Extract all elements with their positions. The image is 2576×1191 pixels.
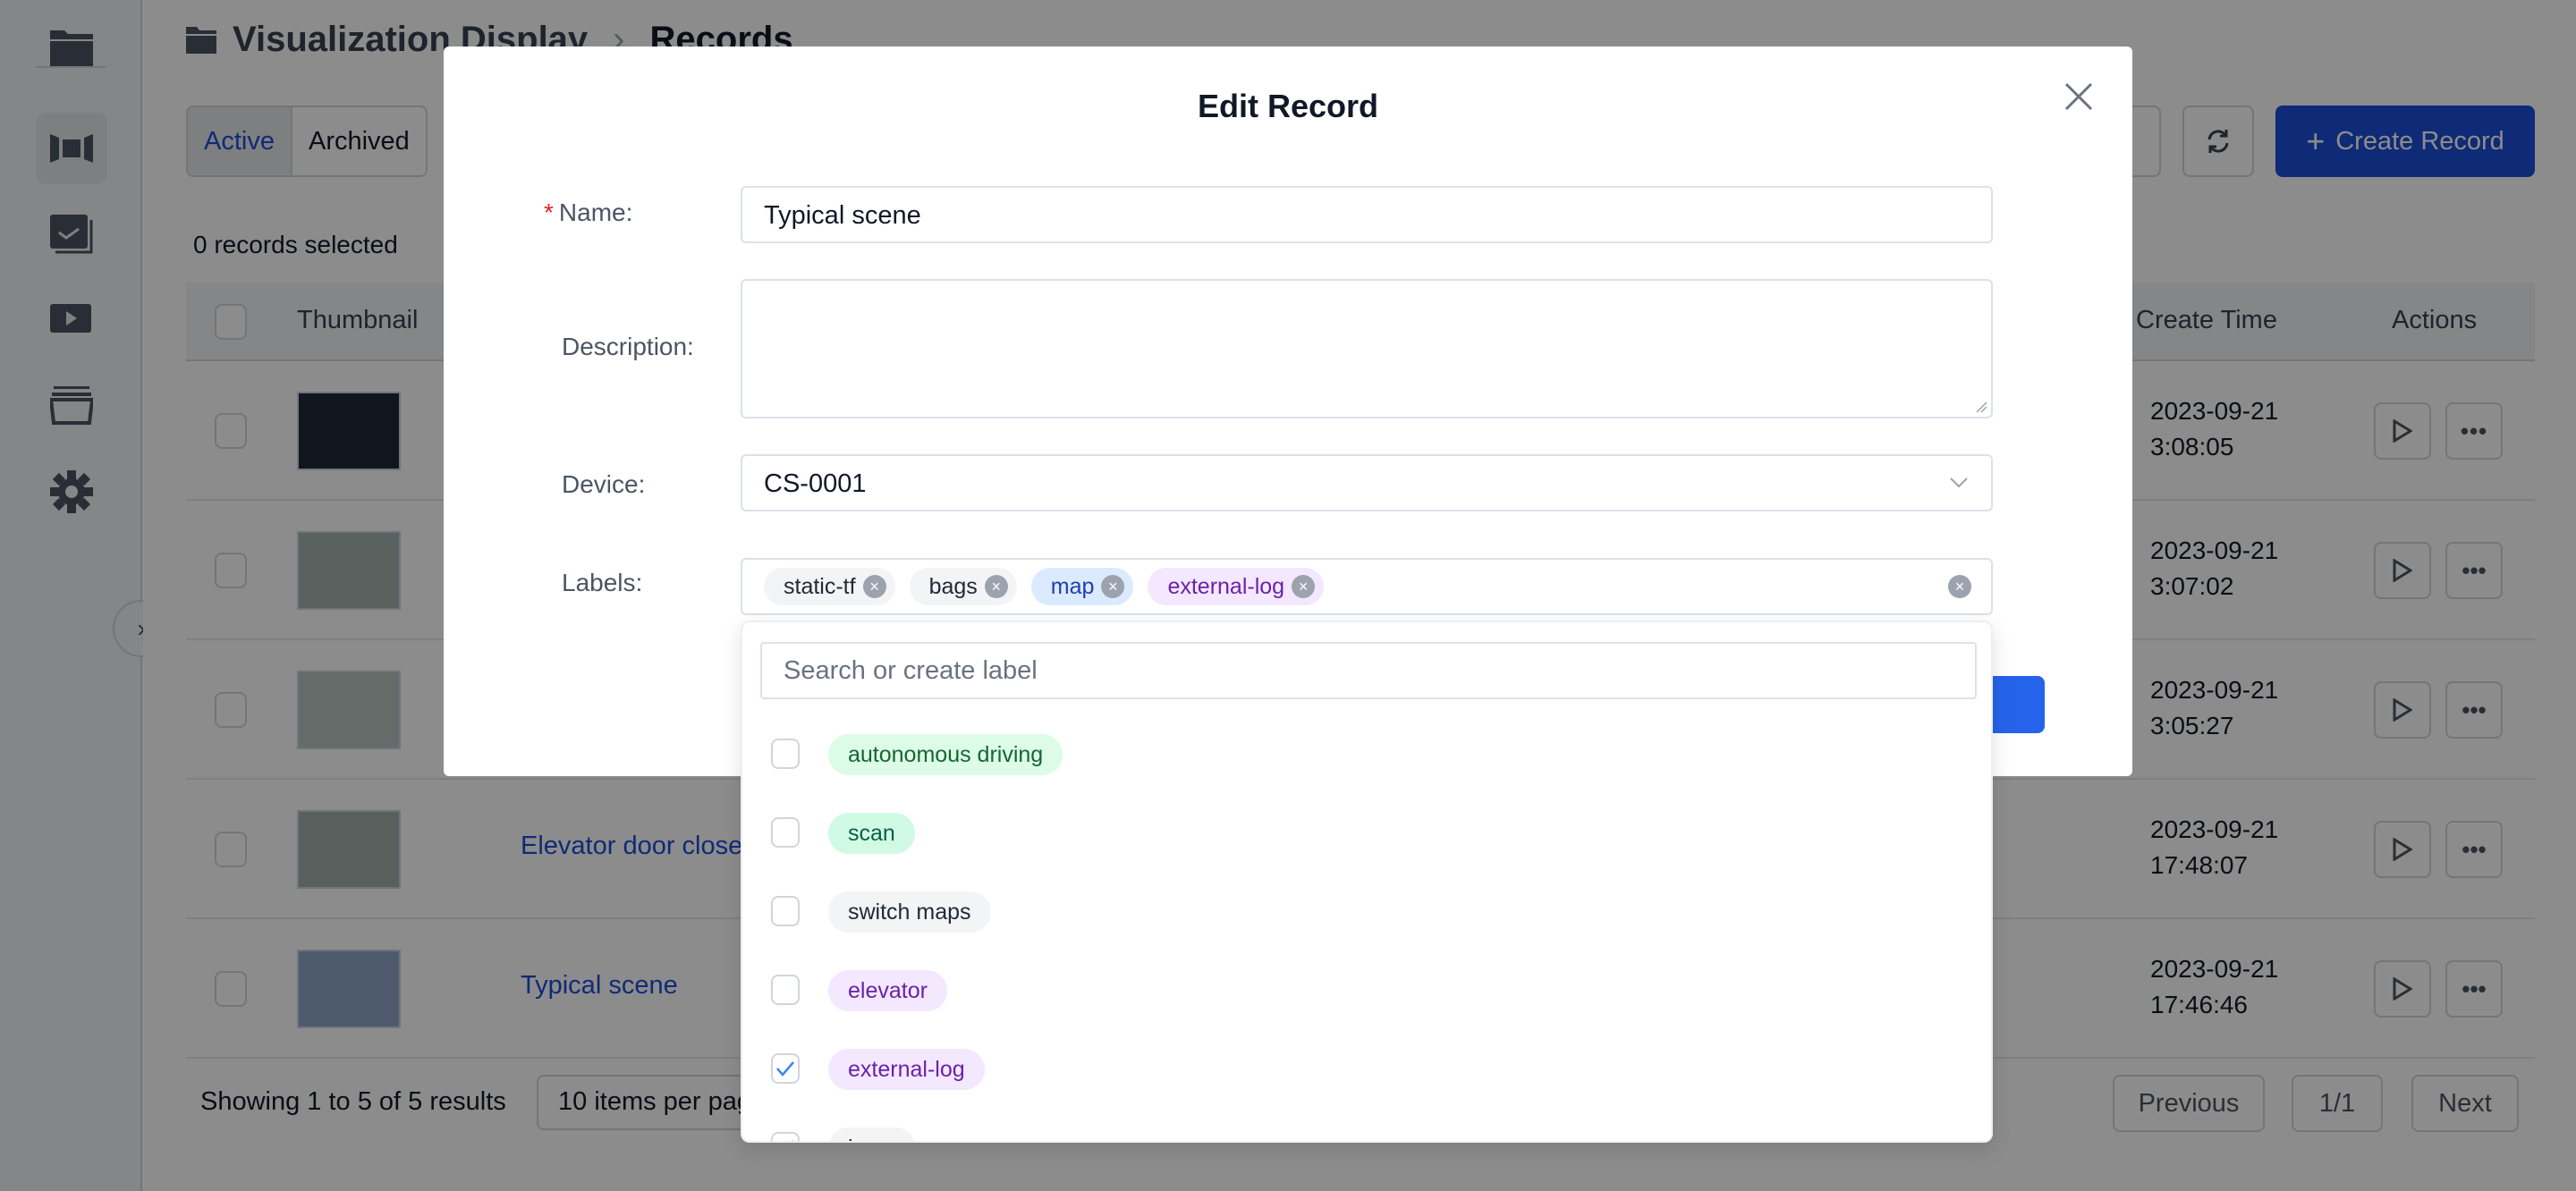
remove-label-icon[interactable]: × [984,575,1008,598]
clear-icon: × [1948,575,1971,598]
option-checkbox-checked[interactable] [771,1053,800,1084]
labels-label: Labels: [562,569,643,596]
required-mark: * [544,198,554,226]
label-pill: autonomous driving [828,734,1063,775]
label-option[interactable]: autonomous driving [742,728,1991,781]
checkmark-icon [776,1061,794,1077]
device-select[interactable]: CS-0001 [741,454,1993,511]
option-checkbox[interactable] [771,739,800,769]
description-textarea[interactable] [741,279,1993,418]
chevron-down-icon [1950,477,1968,488]
label-option[interactable]: external-log [742,1043,1991,1096]
labels-multiselect[interactable]: static-tf × bags × map × external-log × × [741,558,1993,615]
modal-title: Edit Record [1197,88,1379,124]
option-checkbox[interactable] [771,817,800,848]
label-chip: static-tf × [764,568,895,605]
label-option[interactable]: scan [742,807,1991,860]
label-chip: bags × [909,568,1017,605]
description-label: Description: [562,333,694,360]
option-checkbox[interactable] [771,975,800,1005]
label-pill: elevator [828,970,947,1011]
label-option[interactable]: elevator [742,964,1991,1018]
name-input[interactable]: Typical scene [741,186,1993,243]
device-value: CS-0001 [764,469,867,498]
label-dropdown: Search or create label autonomous drivin… [741,621,1993,1143]
name-label: * Name: [544,198,633,226]
remove-label-icon[interactable]: × [862,575,886,598]
label-option[interactable]: switch maps [742,885,1991,939]
checkmark-icon [792,1140,793,1141]
label-search-input[interactable]: Search or create label [760,642,1977,699]
label-chip: external-log × [1148,568,1325,605]
close-button[interactable] [2061,79,2097,114]
option-checkbox[interactable] [771,896,800,926]
clear-labels-button[interactable]: × [1941,568,1971,605]
label-pill: external-log [828,1049,985,1090]
label-pill: scan [828,813,915,854]
device-label: Device: [562,470,646,498]
label-chip: map × [1030,568,1134,605]
label-pill: bags [828,1128,917,1141]
remove-label-icon[interactable]: × [1101,575,1125,598]
remove-label-icon[interactable]: × [1292,575,1316,598]
close-icon [2064,82,2093,111]
option-checkbox-checked[interactable] [771,1132,800,1141]
label-option[interactable]: bags [742,1121,1991,1141]
resize-handle-icon [1976,401,1987,413]
label-pill: switch maps [828,891,991,933]
